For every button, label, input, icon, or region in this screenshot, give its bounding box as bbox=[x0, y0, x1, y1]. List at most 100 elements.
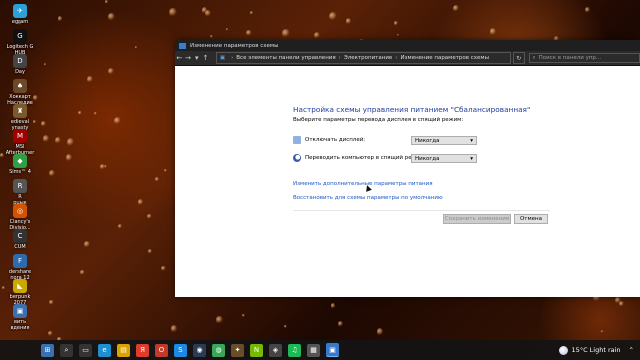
breadcrumb-item-power[interactable]: Электропитание bbox=[344, 55, 392, 61]
opera-taskbar-icon[interactable]: O bbox=[155, 343, 168, 357]
window-title: Изменение параметров схемы bbox=[190, 42, 279, 49]
search-icon: ⌕ bbox=[532, 54, 536, 61]
sleep-value: Никогда bbox=[415, 155, 440, 162]
app-icon: ◣ bbox=[13, 279, 27, 293]
app-icon: M bbox=[13, 129, 27, 143]
raindrop bbox=[107, 12, 115, 22]
raindrop bbox=[393, 21, 398, 27]
desktop-shortcut[interactable]: ▣ вить вдения bbox=[0, 304, 40, 331]
breadcrumb[interactable]: ▣ › Все элементы панели управления › Эле… bbox=[215, 52, 511, 64]
desktop-shortcut[interactable]: G Logitech G HUB bbox=[0, 29, 40, 56]
yandex-taskbar-icon[interactable]: Я bbox=[136, 343, 149, 357]
desktop-shortcut[interactable]: RR рцык bbox=[0, 179, 40, 206]
sleep-label: Переводить компьютер в спящий режим: bbox=[305, 155, 427, 161]
raindrop bbox=[396, 33, 399, 37]
breadcrumb-item-all-items[interactable]: Все элементы панели управления bbox=[236, 55, 335, 61]
raindrop bbox=[490, 28, 497, 36]
weather-text[interactable]: 15°C Light rain bbox=[572, 346, 621, 354]
raindrop bbox=[284, 324, 288, 329]
raindrop bbox=[601, 329, 604, 333]
chrome-taskbar-icon[interactable]: ◍ bbox=[212, 343, 225, 357]
skype-taskbar-icon[interactable]: S bbox=[174, 343, 187, 357]
up-button[interactable]: ↑ bbox=[201, 54, 210, 62]
control-panel-window: Изменение параметров схемы ← → ▾ ↑ ▣ › В… bbox=[175, 40, 640, 297]
monitor-icon bbox=[293, 136, 301, 144]
desktop-shortcut[interactable]: M MSI Afterburner bbox=[0, 129, 40, 156]
desktop-shortcut[interactable]: ♠ Хоккарт Наследие bbox=[0, 79, 40, 106]
raindrop bbox=[134, 45, 138, 49]
app-icon: ◆ bbox=[13, 154, 27, 168]
raindrop bbox=[84, 241, 90, 248]
raindrop bbox=[49, 169, 55, 177]
display-off-row: Отключать дисплей: bbox=[293, 136, 417, 144]
raindrop bbox=[148, 249, 153, 254]
chevron-right-icon: › bbox=[395, 55, 398, 61]
spotify-taskbar-icon[interactable]: ♫ bbox=[288, 343, 301, 357]
desktop-shortcut[interactable]: ◣ berpunk 2077 bbox=[0, 279, 40, 306]
windows-taskbar-icon[interactable]: ⊞ bbox=[41, 343, 54, 357]
chevron-down-icon: ▾ bbox=[470, 137, 473, 144]
explorer-taskbar-icon[interactable]: ▤ bbox=[117, 343, 130, 357]
desktop-shortcut[interactable]: ◆ Sims™ 4 bbox=[0, 154, 40, 175]
game-taskbar-icon[interactable]: ✦ bbox=[231, 343, 244, 357]
desktop-shortcut[interactable]: C CUM bbox=[0, 229, 40, 250]
sleep-select[interactable]: Никогда ▾ bbox=[411, 154, 477, 163]
raindrop bbox=[170, 325, 178, 333]
raindrop bbox=[41, 120, 46, 127]
controller-taskbar-icon[interactable]: ◈ bbox=[269, 343, 282, 357]
search-input[interactable]: ⌕ Поиск в панели упр... bbox=[528, 53, 640, 63]
chevron-up-icon[interactable]: ⌃ bbox=[629, 346, 634, 354]
refresh-button[interactable]: ↻ bbox=[512, 52, 525, 64]
desktop-shortcut[interactable]: ♜ edieval ynasty bbox=[0, 104, 40, 131]
raindrop bbox=[42, 135, 50, 144]
app-icon: F bbox=[13, 254, 27, 268]
cancel-button[interactable]: Отмена bbox=[514, 214, 548, 224]
raindrop bbox=[337, 320, 344, 327]
desktop-shortcut[interactable]: D Day bbox=[0, 54, 40, 75]
control-panel-taskbar-icon[interactable]: ▣ bbox=[326, 343, 339, 357]
app-icon: ◎ bbox=[13, 204, 27, 218]
breadcrumb-item-edit-plan[interactable]: Изменение параметров схемы bbox=[401, 55, 489, 61]
taskbar: ⊞ ⌕ ▭ e ▤ Я O S ◉ ◍ ✦ N ◈ ♫ ▦ ▣ 15°C Light rain ⌃ bbox=[0, 340, 640, 360]
recent-dropdown-icon[interactable]: ▾ bbox=[192, 54, 201, 62]
raindrop bbox=[282, 29, 290, 38]
steam-taskbar-icon[interactable]: ◉ bbox=[193, 343, 206, 357]
raindrop bbox=[49, 299, 54, 305]
raindrop bbox=[210, 34, 213, 38]
back-button[interactable]: ← bbox=[175, 54, 184, 62]
raindrop bbox=[329, 11, 337, 22]
notes-taskbar-icon[interactable]: ▦ bbox=[307, 343, 320, 357]
app-icon: ▣ bbox=[13, 304, 27, 318]
desktop-icons: ✈ egram G Logitech G HUB D Day ♠ Хоккарт Наслед… bbox=[0, 0, 40, 340]
app-icon: C bbox=[13, 229, 27, 243]
nvidia-taskbar-icon[interactable]: N bbox=[250, 343, 263, 357]
folder-icon: ▣ bbox=[219, 55, 226, 61]
forward-button[interactable]: → bbox=[184, 54, 193, 62]
raindrop bbox=[245, 29, 252, 37]
raindrop bbox=[67, 137, 75, 147]
raindrop bbox=[114, 117, 122, 126]
weather-icon[interactable] bbox=[558, 345, 568, 355]
content-area: Настройка схемы управления питанием "Сба… bbox=[175, 66, 640, 297]
desktop-shortcut[interactable]: Fdershare nora 12 bbox=[0, 254, 40, 281]
advanced-settings-link[interactable]: Изменить дополнительные параметры питани… bbox=[293, 181, 433, 187]
task-view-taskbar-icon[interactable]: ▭ bbox=[79, 343, 92, 357]
desktop-shortcut[interactable]: ◎ Clancy's Divisio... bbox=[0, 204, 40, 231]
raindrop bbox=[43, 63, 47, 67]
raindrop bbox=[345, 17, 352, 25]
page-title: Настройка схемы управления питанием "Сба… bbox=[293, 105, 531, 114]
chevron-right-icon: › bbox=[338, 55, 341, 61]
app-icon: G bbox=[13, 29, 27, 43]
control-panel-icon bbox=[179, 42, 186, 49]
search-taskbar-icon[interactable]: ⌕ bbox=[60, 343, 73, 357]
raindrop bbox=[376, 328, 383, 336]
title-bar[interactable]: Изменение параметров схемы bbox=[175, 40, 640, 51]
raindrop bbox=[100, 164, 105, 170]
raindrop bbox=[155, 177, 160, 183]
edge-taskbar-icon[interactable]: e bbox=[98, 343, 111, 357]
restore-defaults-link[interactable]: Восстановить для схемы параметры по умол… bbox=[293, 195, 443, 201]
desktop-shortcut[interactable]: ✈ egram bbox=[0, 4, 40, 25]
save-button[interactable]: Сохранить изменения bbox=[443, 214, 511, 224]
raindrop bbox=[55, 137, 61, 145]
display-off-select[interactable]: Никогда ▾ bbox=[411, 136, 477, 145]
